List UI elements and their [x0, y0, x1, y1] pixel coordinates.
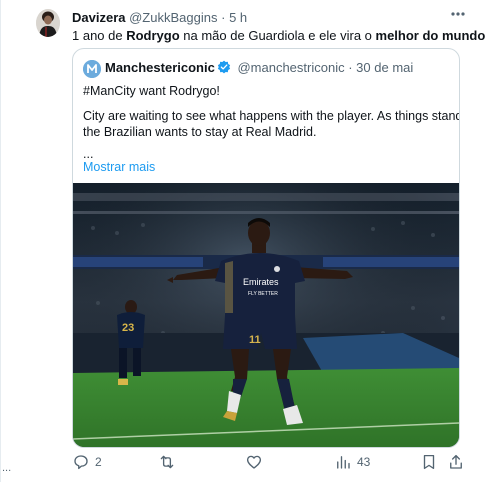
show-more-link[interactable]: Mostrar mais [83, 159, 449, 175]
avatar[interactable] [36, 9, 60, 37]
author-handle[interactable]: @ZukkBaggins [129, 10, 217, 25]
tweet-text-part: na mão de Guardiola e ele vira o [179, 28, 376, 43]
shirt-sponsor: Emirates [243, 277, 279, 287]
quote-text: #ManCity want Rodrygo! City are waiting … [83, 83, 460, 175]
views-button[interactable]: 43 [334, 452, 370, 472]
real-madrid-crest-icon [274, 266, 280, 272]
verified-badge-icon [217, 60, 230, 74]
like-button[interactable] [245, 452, 268, 472]
shorts-number: 11 [249, 334, 261, 346]
tweet-header: Davizera @ZukkBaggins · 5 h [72, 10, 247, 25]
quoted-tweet-card[interactable]: Manchestericonic @manchestriconic · 30 d… [72, 48, 460, 448]
author-name[interactable]: Davizera [72, 10, 125, 25]
views-chart-icon [337, 456, 350, 469]
quote-author-name[interactable]: Manchestericonic [105, 60, 215, 75]
more-options-button[interactable] [448, 6, 468, 22]
tweet-text-bold-name: Rodrygo [126, 28, 180, 43]
separator: · [221, 10, 226, 25]
more-dots-icon [451, 12, 465, 16]
timeline-border [0, 0, 1, 482]
separator: · [348, 60, 353, 75]
tweet-text-bold-phrase: melhor do mundo [375, 28, 485, 43]
quote-ellipsis: ... [83, 147, 94, 161]
bookmark-icon [423, 454, 435, 470]
retweet-icon [160, 455, 174, 469]
tweet-time[interactable]: 5 h [229, 10, 247, 25]
quote-date[interactable]: 30 de mai [356, 60, 413, 75]
quote-hashtag-line: #ManCity want Rodrygo! [83, 84, 220, 98]
background-player-number: 23 [122, 322, 134, 334]
reply-icon [74, 455, 88, 470]
tweet-text: 1 ano de Rodrygo na mão de Guardiola e e… [72, 28, 485, 44]
man-city-logo-icon [83, 60, 101, 78]
quote-avatar[interactable] [83, 60, 101, 78]
share-icon [450, 454, 462, 469]
retweet-button[interactable] [158, 452, 181, 472]
quote-text-line: the Brazilian wants to stay at Real Madr… [83, 125, 317, 139]
player-celebration-photo[interactable]: 23 Emirates FLY BETTER 11 [73, 183, 459, 447]
left-ellipsis: ... [2, 462, 12, 474]
shirt-sponsor-subtext: FLY BETTER [248, 291, 278, 297]
bookmark-button[interactable] [420, 452, 438, 472]
quote-header: Manchestericonic @manchestriconic · 30 d… [105, 60, 413, 76]
tweet-text-part: 1 ano de [72, 28, 127, 43]
quote-author-handle[interactable]: @manchestriconic [237, 60, 344, 75]
view-count: 43 [357, 455, 371, 469]
heart-icon [246, 455, 262, 469]
reply-button[interactable]: 2 [72, 452, 102, 472]
reply-count: 2 [95, 455, 102, 469]
share-button[interactable] [447, 452, 465, 472]
quote-text-line: City are waiting to see what happens wit… [83, 109, 460, 123]
tweet-action-bar: 2 43 [72, 452, 472, 474]
